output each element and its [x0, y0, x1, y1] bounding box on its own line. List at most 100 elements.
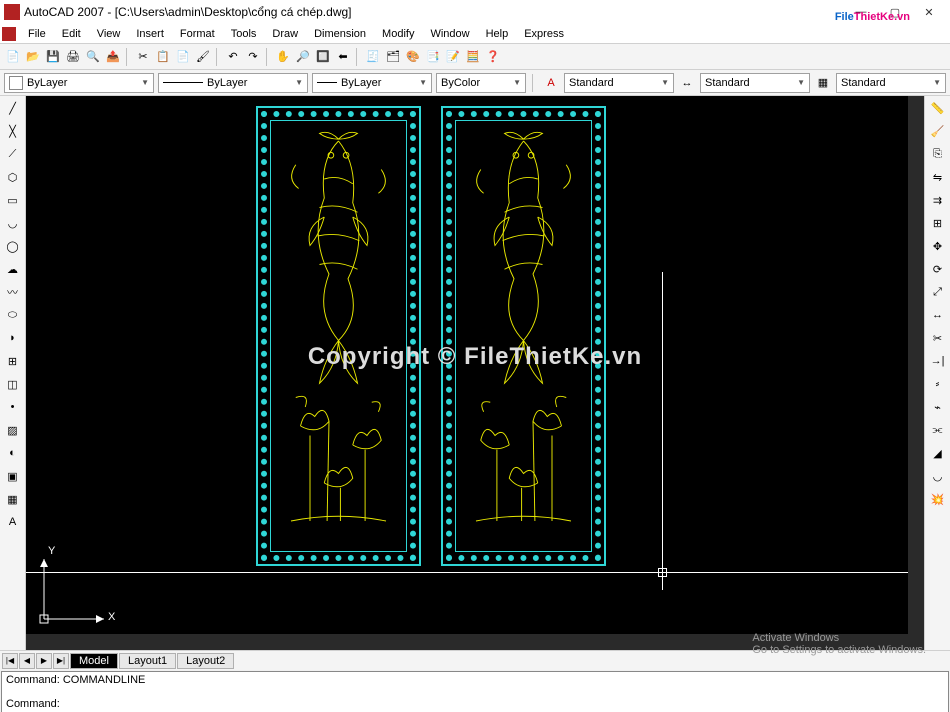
mtext-icon[interactable]: A — [3, 512, 23, 532]
ucs-y-label: Y — [48, 545, 55, 557]
zoom-previous-icon[interactable]: ⬅ — [334, 48, 352, 66]
paste-icon[interactable]: 📄 — [174, 48, 192, 66]
command-window[interactable]: Command: COMMANDLINE Command: — [1, 671, 949, 712]
pan-icon[interactable]: ✋ — [274, 48, 292, 66]
break-at-icon[interactable]: ⸗ — [928, 374, 948, 394]
menu-edit[interactable]: Edit — [54, 26, 89, 42]
save-icon[interactable]: 💾 — [44, 48, 62, 66]
table-style-value: Standard — [841, 77, 886, 89]
menu-insert[interactable]: Insert — [128, 26, 172, 42]
tab-nav-next[interactable]: ▶ — [36, 653, 52, 669]
insert-block-icon[interactable]: ⊞ — [3, 351, 23, 371]
markup-icon[interactable]: 📝 — [444, 48, 462, 66]
menu-window[interactable]: Window — [422, 26, 477, 42]
match-prop-icon[interactable]: 🖌 — [194, 48, 212, 66]
tab-nav-last[interactable]: ▶| — [53, 653, 69, 669]
properties-icon[interactable]: 🧾 — [364, 48, 382, 66]
explode-icon[interactable]: 💥 — [928, 489, 948, 509]
drawing-canvas[interactable]: X Y Copyright © FileThietKe.vn — [26, 96, 924, 650]
dim-style-dropdown[interactable]: Standard ▼ — [700, 73, 810, 93]
help-icon[interactable]: ❓ — [484, 48, 502, 66]
undo-icon[interactable]: ↶ — [224, 48, 242, 66]
distance-icon[interactable]: 📏 — [928, 98, 948, 118]
ellipse-arc-icon[interactable]: ◗ — [3, 328, 23, 348]
pickbox-cursor — [658, 568, 667, 577]
chamfer-icon[interactable]: ◢ — [928, 443, 948, 463]
offset-icon[interactable]: ⇉ — [928, 190, 948, 210]
publish-icon[interactable]: 📤 — [104, 48, 122, 66]
dim-style-icon[interactable]: ↔ — [678, 74, 696, 92]
table-icon[interactable]: ▦ — [3, 489, 23, 509]
fillet-icon[interactable]: ◡ — [928, 466, 948, 486]
erase-icon[interactable]: 🧹 — [928, 121, 948, 141]
copy-icon[interactable]: 📋 — [154, 48, 172, 66]
join-icon[interactable]: ⫘ — [928, 420, 948, 440]
tab-layout2[interactable]: Layout2 — [177, 653, 234, 669]
redo-icon[interactable]: ↷ — [244, 48, 262, 66]
tool-palettes-icon[interactable]: 🎨 — [404, 48, 422, 66]
make-block-icon[interactable]: ◫ — [3, 374, 23, 394]
rotate-icon[interactable]: ⟳ — [928, 259, 948, 279]
stretch-icon[interactable]: ↔ — [928, 305, 948, 325]
menu-dimension[interactable]: Dimension — [306, 26, 374, 42]
extend-icon[interactable]: →| — [928, 351, 948, 371]
sheet-set-icon[interactable]: 📑 — [424, 48, 442, 66]
print-icon[interactable]: 🖨 — [64, 48, 82, 66]
command-input[interactable] — [60, 698, 944, 710]
tab-nav-prev[interactable]: ◀ — [19, 653, 35, 669]
table-style-dropdown[interactable]: Standard ▼ — [836, 73, 946, 93]
standard-toolbar: 📄 📂 💾 🖨 🔍 📤 ✂ 📋 📄 🖌 ↶ ↷ ✋ 🔎 🔲 ⬅ 🧾 🗂 🎨 📑 … — [0, 44, 950, 70]
tab-nav-first[interactable]: |◀ — [2, 653, 18, 669]
text-style-dropdown[interactable]: Standard ▼ — [564, 73, 674, 93]
layer-color-dropdown[interactable]: ByLayer ▼ — [4, 73, 154, 93]
spline-icon[interactable]: 〰 — [3, 282, 23, 302]
arc-icon[interactable]: ◡ — [3, 213, 23, 233]
qcalc-icon[interactable]: 🧮 — [464, 48, 482, 66]
linetype-dropdown[interactable]: ByLayer ▼ — [158, 73, 308, 93]
rectangle-icon[interactable]: ▭ — [3, 190, 23, 210]
trim-icon[interactable]: ✂ — [928, 328, 948, 348]
zoom-window-icon[interactable]: 🔲 — [314, 48, 332, 66]
plotstyle-dropdown[interactable]: ByColor ▼ — [436, 73, 526, 93]
circle-icon[interactable]: ◯ — [3, 236, 23, 256]
menu-tools[interactable]: Tools — [223, 26, 265, 42]
crosshair-horizontal — [26, 572, 924, 573]
point-icon[interactable]: • — [3, 397, 23, 417]
gradient-icon[interactable]: ◐ — [3, 443, 23, 463]
xline-icon[interactable]: ╳ — [3, 121, 23, 141]
close-button[interactable]: ✕ — [912, 2, 946, 22]
menu-file[interactable]: File — [20, 26, 54, 42]
menu-view[interactable]: View — [89, 26, 129, 42]
scale-icon[interactable]: ⤢ — [928, 282, 948, 302]
revision-cloud-icon[interactable]: ☁ — [3, 259, 23, 279]
move-icon[interactable]: ✥ — [928, 236, 948, 256]
hatch-icon[interactable]: ▨ — [3, 420, 23, 440]
menu-modify[interactable]: Modify — [374, 26, 422, 42]
menu-help[interactable]: Help — [478, 26, 517, 42]
design-center-icon[interactable]: 🗂 — [384, 48, 402, 66]
lineweight-dropdown[interactable]: ByLayer ▼ — [312, 73, 432, 93]
polygon-icon[interactable]: ⬡ — [3, 167, 23, 187]
tab-layout1[interactable]: Layout1 — [119, 653, 176, 669]
horizontal-scrollbar[interactable] — [26, 634, 924, 650]
line-icon[interactable]: ╱ — [3, 98, 23, 118]
ellipse-icon[interactable]: ⬭ — [3, 305, 23, 325]
menu-express[interactable]: Express — [516, 26, 572, 42]
region-icon[interactable]: ▣ — [3, 466, 23, 486]
menu-format[interactable]: Format — [172, 26, 223, 42]
menu-draw[interactable]: Draw — [264, 26, 306, 42]
table-style-icon[interactable]: ▦ — [814, 74, 832, 92]
cut-icon[interactable]: ✂ — [134, 48, 152, 66]
new-icon[interactable]: 📄 — [4, 48, 22, 66]
vertical-scrollbar[interactable] — [908, 96, 924, 634]
tab-model[interactable]: Model — [70, 653, 118, 669]
polyline-icon[interactable]: ⟋ — [3, 144, 23, 164]
array-icon[interactable]: ⊞ — [928, 213, 948, 233]
text-style-icon[interactable]: A — [542, 74, 560, 92]
break-icon[interactable]: ⌁ — [928, 397, 948, 417]
open-icon[interactable]: 📂 — [24, 48, 42, 66]
zoom-realtime-icon[interactable]: 🔎 — [294, 48, 312, 66]
plot-preview-icon[interactable]: 🔍 — [84, 48, 102, 66]
mirror-icon[interactable]: ⇋ — [928, 167, 948, 187]
copy-object-icon[interactable]: ⎘ — [928, 144, 948, 164]
